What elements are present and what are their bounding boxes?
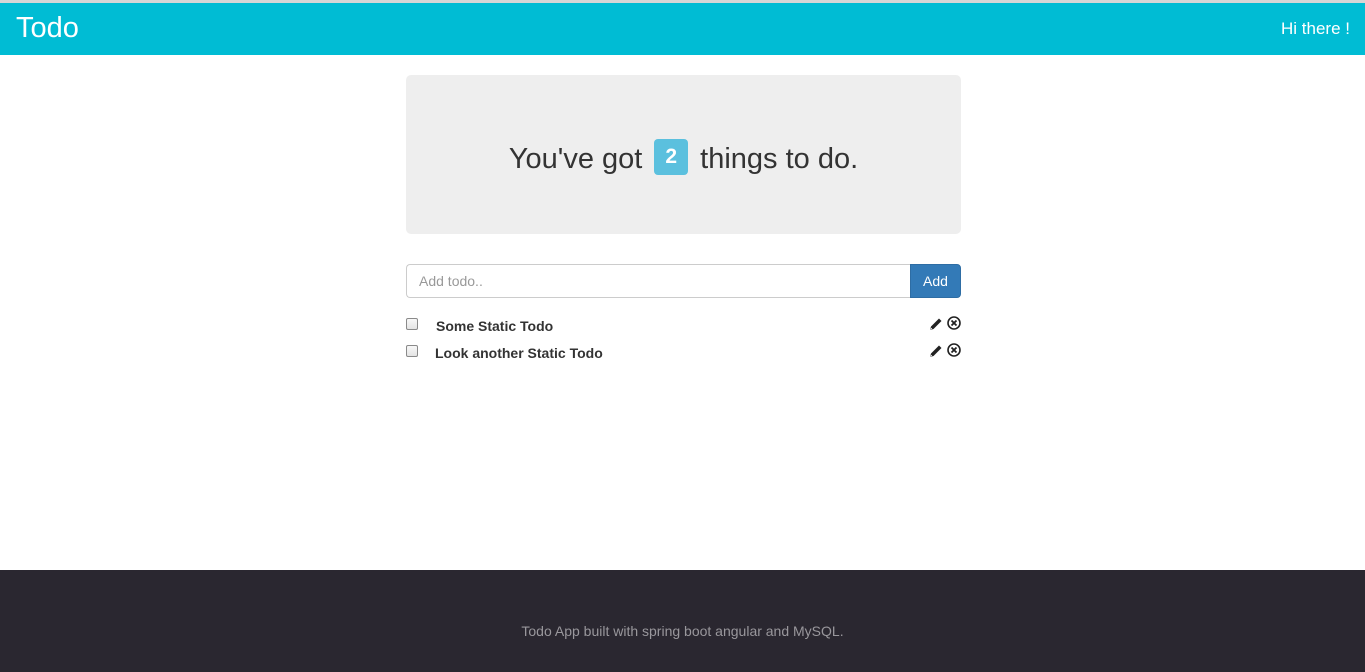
todo-label: Look another Static Todo xyxy=(435,345,603,361)
footer-text: Todo App built with spring boot angular … xyxy=(521,623,844,639)
add-todo-input[interactable] xyxy=(406,264,911,298)
navbar-brand[interactable]: Todo xyxy=(16,11,79,45)
todo-label: Some Static Todo xyxy=(436,318,554,334)
circle-x-icon[interactable] xyxy=(946,316,962,332)
todo-item: Look another Static Todo xyxy=(406,343,961,365)
footer: Todo App built with spring boot angular … xyxy=(0,570,1365,672)
todo-checkbox[interactable] xyxy=(406,345,418,357)
summary-panel: You've got 2 things to do. xyxy=(406,75,961,234)
navbar-greeting: Hi there ! xyxy=(1281,19,1350,38)
add-todo-button[interactable]: Add xyxy=(910,264,961,298)
todo-count-badge: 2 xyxy=(654,139,689,176)
navbar: Todo Hi there ! xyxy=(0,3,1365,55)
circle-x-icon[interactable] xyxy=(946,343,962,359)
summary-prefix: You've got xyxy=(508,143,643,175)
summary-suffix: things to do. xyxy=(700,143,859,175)
pencil-icon[interactable] xyxy=(928,316,944,332)
add-todo-form: Add xyxy=(406,264,961,298)
summary-text: You've got 2 things to do. xyxy=(406,139,961,178)
todo-item: Some Static Todo xyxy=(406,316,961,338)
todo-checkbox[interactable] xyxy=(406,318,418,330)
pencil-icon[interactable] xyxy=(928,343,944,359)
